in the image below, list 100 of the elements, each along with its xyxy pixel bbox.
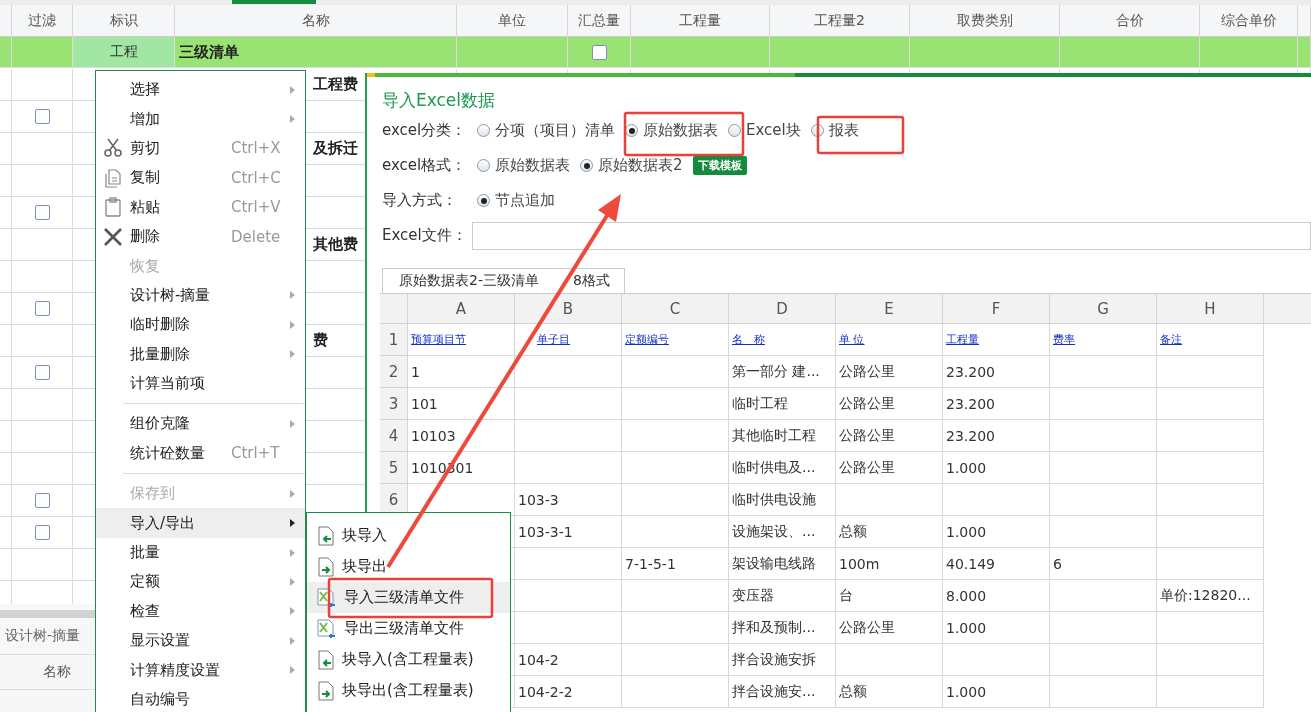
column-header[interactable]: 过滤: [12, 5, 73, 37]
column-header: H: [1157, 294, 1264, 324]
field-label: 导入方式：: [382, 191, 458, 210]
panel-tab[interactable]: 设计树-摘量: [5, 627, 81, 645]
table-cell: 临时供电设施: [729, 484, 836, 516]
radio-option[interactable]: 分项（项目）清单: [477, 121, 615, 140]
row-number: 2: [380, 356, 408, 388]
table-cell: 台: [836, 580, 943, 612]
menu-item[interactable]: 显示设置: [96, 626, 305, 656]
table-cell: 103-3-1: [515, 516, 622, 548]
table-cell: 6: [1050, 548, 1157, 580]
menu-item[interactable]: 块导出(含工程量表): [307, 675, 510, 706]
table-cell: 名 称: [729, 324, 836, 356]
table-cell: 40.149: [943, 548, 1050, 580]
table-cell: 101: [408, 388, 515, 420]
column-header: E: [836, 294, 943, 324]
radio-option[interactable]: 原始数据表: [477, 156, 570, 175]
menu-item[interactable]: 定额: [96, 567, 305, 597]
checkbox[interactable]: [34, 493, 50, 508]
table-cell: 23.200: [943, 420, 1050, 452]
download-button[interactable]: 下载模板: [692, 156, 747, 175]
table-cell: 1.000: [943, 612, 1050, 644]
radio-option[interactable]: 原始数据表: [625, 121, 718, 140]
table-cell: 104-2: [515, 644, 622, 676]
menu-item[interactable]: 批量: [96, 537, 305, 568]
column-header[interactable]: 合价: [1060, 5, 1200, 37]
checkbox[interactable]: [34, 301, 50, 316]
menu-item[interactable]: 检查: [96, 596, 305, 627]
menu-item[interactable]: 计算精度设置: [96, 655, 305, 685]
table-cell: 公路公里: [836, 420, 943, 452]
menu-item[interactable]: 组价克隆: [96, 409, 305, 439]
column-header[interactable]: 工程量: [631, 5, 770, 37]
file-field[interactable]: [472, 221, 1311, 250]
menu-item[interactable]: 设计树-摘量: [96, 280, 305, 311]
radio-option[interactable]: 报表: [810, 121, 859, 140]
table-cell: 公路公里: [836, 388, 943, 420]
table-cell: 总额: [836, 676, 943, 708]
radio-option[interactable]: 节点追加: [477, 191, 555, 210]
table-cell: 1: [408, 356, 515, 388]
menu-item[interactable]: 粘贴 Ctrl+V: [96, 192, 305, 222]
sheet-tab[interactable]: 原始数据表2-三级清单 8格式: [382, 268, 625, 293]
column-header[interactable]: 汇总量: [568, 5, 631, 37]
table-cell: 公路公里: [836, 356, 943, 388]
column-header[interactable]: 单位: [457, 5, 568, 37]
table-cell: 架设输电线路: [729, 548, 836, 580]
column-header[interactable]: 名称: [175, 5, 457, 37]
table-cell: 单 位: [836, 324, 943, 356]
menu-item[interactable]: 自动编号: [96, 684, 305, 712]
menu-item[interactable]: 统计砼数量 Ctrl+T: [96, 438, 305, 469]
table-cell: 1.000: [943, 516, 1050, 548]
table-cell: 1.000: [943, 676, 1050, 708]
menu-item[interactable]: 导入三级清单文件: [307, 582, 510, 613]
table-cell: 单子目: [515, 324, 622, 356]
menu-item[interactable]: 导入/导出: [96, 508, 305, 538]
table-cell: 1.000: [943, 452, 1050, 484]
table-cell: 第一部分 建...: [729, 356, 836, 388]
checkbox[interactable]: [591, 44, 607, 60]
table-cell: 公路公里: [836, 452, 943, 484]
menu-item[interactable]: 计算当前项: [96, 368, 305, 399]
row-number: 3: [380, 388, 408, 420]
checkbox[interactable]: [34, 365, 50, 380]
table-cell: 103-3: [515, 484, 622, 516]
table-cell: 其他临时工程: [729, 420, 836, 452]
menu-item[interactable]: 复制 Ctrl+C: [96, 163, 305, 193]
column-header[interactable]: 名称: [43, 663, 71, 681]
column-header: C: [622, 294, 729, 324]
column-header[interactable]: 标识: [73, 5, 175, 37]
column-header: A: [408, 294, 515, 324]
table-cell: 变压器: [729, 580, 836, 612]
column-header[interactable]: 综合单价: [1200, 5, 1298, 37]
checkbox[interactable]: [34, 109, 50, 124]
menu-item[interactable]: 增加: [96, 104, 305, 134]
radio-option[interactable]: 原始数据表2: [580, 156, 683, 175]
clipboard-icon: [103, 197, 123, 218]
table-cell: 费率: [1050, 324, 1157, 356]
menu-item[interactable]: 导出三级清单文件: [307, 613, 510, 644]
row-number: 1: [380, 324, 408, 356]
checkbox[interactable]: [34, 525, 50, 540]
scissors-icon: [103, 138, 123, 159]
radio-option[interactable]: Excel块: [728, 121, 801, 140]
table-cell: 临时工程: [729, 388, 836, 420]
column-header: B: [515, 294, 622, 324]
column-header: F: [943, 294, 1050, 324]
menu-item[interactable]: 块导入: [307, 520, 510, 551]
table-cell: [12, 37, 73, 68]
document-export-icon: [317, 680, 335, 701]
table-cell: 工程量: [943, 324, 1050, 356]
table-cell: 23.200: [943, 356, 1050, 388]
table-cell: 临时供电及...: [729, 452, 836, 484]
table-cell: 总额: [836, 516, 943, 548]
row-number: 5: [380, 452, 408, 484]
checkbox[interactable]: [34, 205, 50, 220]
table-cell: 104-2-2: [515, 676, 622, 708]
menu-item[interactable]: 块导出: [307, 551, 510, 582]
copy-icon: [103, 167, 123, 188]
menu-item[interactable]: 块导入(含工程量表): [307, 644, 510, 675]
document-export-icon: [317, 556, 335, 577]
column-header[interactable]: 工程量2: [770, 5, 910, 37]
column-header[interactable]: 取费类别: [910, 5, 1060, 37]
table-cell: 拌合设施安...: [729, 676, 836, 708]
